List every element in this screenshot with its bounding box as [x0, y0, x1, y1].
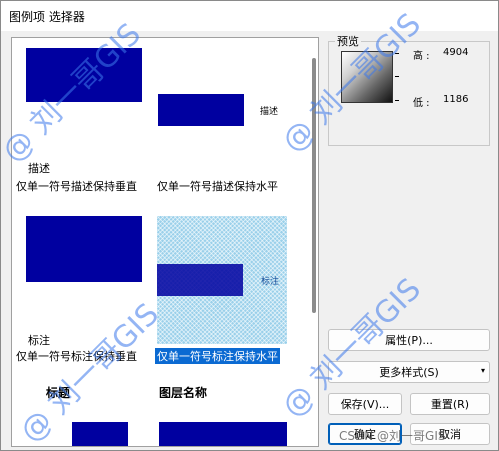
properties-button[interactable]: 属性(P)...: [328, 329, 490, 351]
csdn-watermark: CSDN @刘一哥GIS: [339, 429, 446, 443]
gallery-caption[interactable]: 仅单一符号描述保持水平: [157, 178, 278, 194]
more-styles-dropdown[interactable]: 更多样式(S) ▾: [328, 361, 490, 383]
chevron-down-icon: ▾: [480, 366, 485, 375]
gallery-item-title[interactable]: 标题: [42, 384, 142, 446]
ramp-tick-high: [395, 53, 399, 54]
legend-item-selector-dialog: 图例项 选择器 描述 仅单一符号描述保持垂直 描述 仅单一符号描述保持水平 标注…: [0, 0, 499, 451]
style-gallery[interactable]: 描述 仅单一符号描述保持垂直 描述 仅单一符号描述保持水平 标注 仅单一符号标注…: [11, 37, 319, 447]
item-label-text: 标注: [261, 277, 280, 287]
low-value: 1186: [443, 94, 469, 105]
gallery-item-label-vertical[interactable]: 标注: [26, 216, 146, 347]
high-label: 高 :: [413, 51, 430, 62]
scrollbar-thumb[interactable]: [312, 58, 316, 313]
symbol-patch: [157, 264, 243, 296]
reset-button-label: 重置(R): [430, 398, 470, 411]
color-ramp-preview: [341, 51, 393, 103]
high-value: 4904: [443, 47, 469, 58]
reset-button[interactable]: 重置(R): [410, 393, 490, 415]
title-bar: 图例项 选择器: [1, 1, 498, 31]
gallery-item-layer-name[interactable]: 图层名称: [157, 384, 297, 446]
gallery-item-desc-vertical[interactable]: 描述: [26, 48, 146, 186]
gallery-caption[interactable]: 仅单一符号标注保持垂直: [16, 348, 137, 364]
symbol-patch: [158, 94, 244, 126]
item-layer-name-text: 图层名称: [159, 386, 208, 400]
symbol-patch: [72, 422, 128, 446]
item-description-text: 描述: [260, 107, 279, 117]
gallery-item-label-horizontal[interactable]: 标注: [157, 216, 287, 344]
gallery-scrollbar[interactable]: [309, 38, 318, 446]
properties-button-label: 属性(P)...: [385, 334, 433, 347]
save-button-label: 保存(V)...: [340, 398, 390, 411]
item-label-text: 标注: [28, 334, 50, 347]
gallery-caption[interactable]: 仅单一符号描述保持垂直: [16, 178, 137, 194]
window-title: 图例项 选择器: [9, 10, 85, 24]
symbol-patch: [26, 216, 142, 282]
item-title-text: 标题: [46, 386, 71, 400]
ramp-tick-mid: [395, 76, 399, 77]
save-button[interactable]: 保存(V)...: [328, 393, 402, 415]
low-label: 低 :: [413, 98, 430, 109]
item-description-text: 描述: [28, 162, 50, 175]
symbol-patch: [26, 48, 142, 102]
symbol-patch: [159, 422, 287, 446]
preview-label: 预览: [335, 33, 361, 49]
more-styles-label: 更多样式(S): [379, 366, 439, 379]
gallery-caption-selected[interactable]: 仅单一符号标注保持水平: [155, 348, 280, 364]
gallery-item-desc-horizontal[interactable]: 描述: [158, 94, 298, 134]
ramp-tick-low: [395, 100, 399, 101]
